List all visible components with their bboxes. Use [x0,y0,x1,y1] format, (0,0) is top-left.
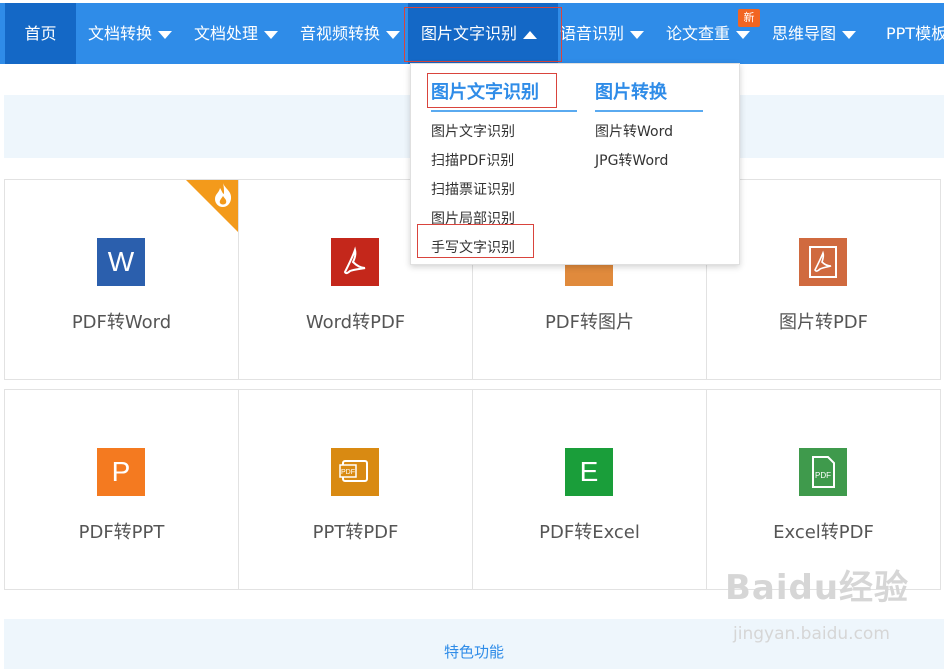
tile-label: PDF转Word [71,312,172,333]
menu-item-scan-pdf-ocr[interactable]: 扫描PDF识别 [431,147,577,176]
nav-speech-label: 语音识别 [560,24,625,43]
nav-mindmap[interactable]: 思维导图 [772,3,857,64]
tile-pdf-to-excel[interactable]: E PDF转Excel [473,390,707,589]
chevron-down-icon [386,30,401,39]
nav-doc-convert-label: 文档转换 [88,24,153,43]
tile-label: PPT转PDF [312,522,399,543]
menu-item-image-text-ocr[interactable]: 图片文字识别 [431,118,577,147]
dropdown-heading-ocr: 图片文字识别 [431,78,577,112]
ppt-icon: P [97,448,145,496]
menu-item-handwriting-ocr[interactable]: 手写文字识别 [431,234,577,263]
flame-icon [215,183,232,207]
ppt-pdf-glyph: PDF [341,469,355,476]
tile-ppt-to-pdf[interactable]: PDF PPT转PDF [239,390,473,589]
nav-ppt-template[interactable]: PPT模板 [886,3,944,64]
feature-title[interactable]: 特色功能 [4,641,944,662]
chevron-down-icon [630,30,645,39]
top-nav: 首页 文档转换 文档处理 音视频转换 图片文字识别 语音识别 论文查重 思维导图… [0,3,944,64]
chevron-down-icon [842,30,857,39]
new-badge: 新 [738,9,760,27]
chevron-down-icon [736,30,751,39]
nav-home[interactable]: 首页 [5,3,76,64]
tile-label: 图片转PDF [778,312,869,333]
tile-excel-to-pdf[interactable]: PDF Excel转PDF [707,390,941,589]
nav-doc-process[interactable]: 文档处理 [194,3,279,64]
tile-label: PDF转Excel [539,522,640,543]
chevron-down-icon [264,30,279,39]
menu-item-scan-receipt-ocr[interactable]: 扫描票证识别 [431,176,577,205]
excel-pdf-icon: PDF [799,448,847,496]
nav-ocr[interactable]: 图片文字识别 [408,3,558,64]
excel-icon: E [565,448,613,496]
nav-speech[interactable]: 语音识别 [560,3,645,64]
pdf-icon [331,238,379,286]
nav-paper-check-label: 论文查重 [666,24,731,43]
word-icon: W [97,238,145,286]
nav-doc-process-label: 文档处理 [194,24,259,43]
tile-label: PDF转图片 [544,312,635,333]
tile-image-to-pdf[interactable]: 图片转PDF [707,180,941,379]
ppt-pdf-icon: PDF [331,448,379,496]
pdf-icon [799,238,847,286]
dropdown-heading-image-convert: 图片转换 [595,78,703,112]
feature-section: 特色功能 [4,619,944,669]
nav-ocr-label: 图片文字识别 [421,24,518,43]
tile-label: Excel转PDF [773,522,874,543]
excel-pdf-glyph: PDF [815,471,831,480]
menu-item-image-to-word[interactable]: 图片转Word [595,118,703,147]
tool-grid-row-2: P PDF转PPT PDF PPT转PDF E PDF转Excel PDF Ex… [4,389,941,590]
menu-item-jpg-to-word[interactable]: JPG转Word [595,147,703,176]
nav-av-convert[interactable]: 音视频转换 [300,3,401,64]
nav-mindmap-label: 思维导图 [772,24,837,43]
nav-doc-convert[interactable]: 文档转换 [88,3,173,64]
ocr-dropdown-menu: 图片文字识别 图片文字识别 扫描PDF识别 扫描票证识别 图片局部识别 手写文字… [410,63,740,265]
tile-pdf-to-ppt[interactable]: P PDF转PPT [5,390,239,589]
nav-av-convert-label: 音视频转换 [300,24,381,43]
tile-label: PDF转PPT [78,522,165,543]
dropdown-column-ocr: 图片文字识别 图片文字识别 扫描PDF识别 扫描票证识别 图片局部识别 手写文字… [431,78,577,263]
nav-ppt-template-label: PPT模板 [886,24,944,43]
tile-pdf-to-word[interactable]: W PDF转Word [5,180,239,379]
chevron-up-icon [523,30,538,39]
menu-item-partial-image-ocr[interactable]: 图片局部识别 [431,205,577,234]
chevron-down-icon [158,30,173,39]
tile-label: Word转PDF [305,312,406,333]
dropdown-column-image-convert: 图片转换 图片转Word JPG转Word [595,78,703,176]
